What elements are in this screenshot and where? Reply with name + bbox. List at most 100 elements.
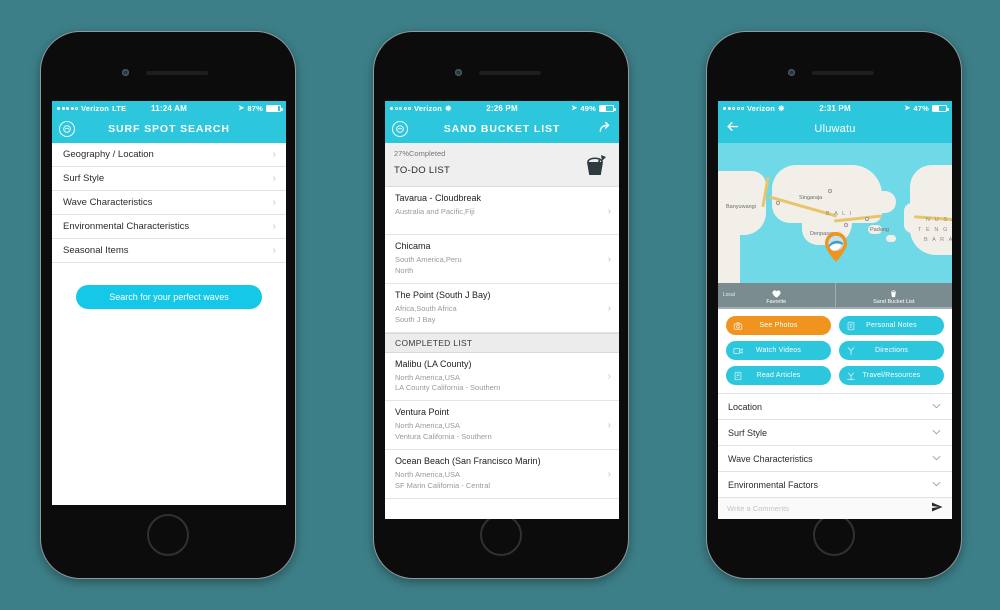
map-poi-icon — [828, 189, 832, 193]
location-map[interactable]: Banyuwangi Singaraja B A L I Denpasar Pa… — [718, 143, 952, 283]
travel-resources-button[interactable]: Travel/Resources — [839, 366, 944, 385]
phone2-screen: Verizon ❋ 2:26 PM ➤ 49% SAND BUCKET LIST — [385, 101, 619, 519]
sidebar-item-wave-characteristics[interactable]: Wave Characteristics › — [52, 191, 286, 215]
spot-subregion: North — [395, 265, 414, 275]
location-arrow-icon: ➤ — [571, 105, 578, 112]
tab-sand-bucket-list[interactable]: Sand Bucket List — [834, 283, 953, 307]
note-icon — [846, 321, 856, 331]
carrier-label: Verizon — [747, 103, 776, 113]
spot-region: North America,USA — [395, 470, 461, 479]
chevron-right-icon: › — [607, 371, 611, 383]
wifi-icon: ❋ — [778, 103, 785, 113]
see-photos-button[interactable]: See Photos — [726, 316, 831, 335]
directions-button[interactable]: Directions — [839, 341, 944, 360]
surf-location-pin-icon[interactable] — [823, 231, 849, 263]
wave-logo-icon[interactable] — [59, 121, 75, 137]
watch-videos-button[interactable]: Watch Videos — [726, 341, 831, 360]
button-label: Personal Notes — [866, 322, 917, 329]
comment-input-row[interactable]: Write a Comments — [718, 497, 952, 519]
resources-icon — [846, 371, 856, 381]
button-label: Read Articles — [756, 372, 801, 379]
home-button[interactable] — [480, 514, 522, 556]
status-time: 2:31 PM — [819, 103, 851, 113]
personal-notes-button[interactable]: Personal Notes — [839, 316, 944, 335]
search-button[interactable]: Search for your perfect waves — [76, 285, 262, 309]
list-item[interactable]: Tavarua - Cloudbreak Australia and Pacif… — [385, 187, 619, 235]
spot-region: South America,Peru — [395, 255, 462, 264]
wifi-icon: ❋ — [445, 103, 452, 113]
status-time: 2:26 PM — [486, 103, 518, 113]
read-articles-button[interactable]: Read Articles — [726, 366, 831, 385]
camera-icon — [733, 321, 743, 331]
spot-region: Africa,South Africa — [395, 303, 457, 313]
button-label: Travel/Resources — [862, 372, 921, 379]
wave-logo-icon[interactable] — [392, 121, 408, 137]
accordion-item-location[interactable]: Location — [718, 393, 952, 419]
detail-accordion: Location Surf Style Wave Characteristics — [718, 393, 952, 497]
chevron-down-icon — [931, 428, 942, 438]
map-label: B A L I — [826, 211, 853, 217]
sidebar-item-surf-style[interactable]: Surf Style › — [52, 167, 286, 191]
battery-icon — [599, 104, 616, 112]
map-poi-icon — [776, 201, 780, 205]
phone3-nav-bar: Uluwatu — [718, 115, 952, 143]
sand-bucket-icon — [579, 149, 611, 181]
chevron-right-icon: › — [272, 149, 276, 160]
battery-icon — [266, 104, 283, 112]
sidebar-item-geography[interactable]: Geography / Location › — [52, 143, 286, 167]
todo-list-title: TO-DO LIST — [394, 165, 451, 176]
location-arrow-icon: ➤ — [238, 105, 245, 112]
chevron-right-icon: › — [272, 173, 276, 184]
phone-device-3: Verizon ❋ 2:31 PM ➤ 47% Uluwatu Banyuwan… — [706, 31, 962, 579]
signal-dots-icon — [390, 106, 411, 110]
chevron-right-icon: › — [272, 221, 276, 232]
list-item[interactable]: The Point (South J Bay) Africa,South Afr… — [385, 284, 619, 333]
sidebar-item-environmental-characteristics[interactable]: Environmental Characteristics › — [52, 215, 286, 239]
row-label: Environmental Factors — [728, 479, 819, 490]
front-camera-icon — [788, 69, 795, 76]
accordion-item-wave-characteristics[interactable]: Wave Characteristics — [718, 445, 952, 471]
directions-icon — [846, 346, 856, 356]
tab-favorite[interactable]: Local Favorite — [718, 283, 835, 307]
carrier-label: Verizon — [81, 103, 110, 113]
sand-bucket-icon — [891, 289, 897, 297]
home-button[interactable] — [813, 514, 855, 556]
button-label: Watch Videos — [755, 347, 802, 354]
share-arrow-icon[interactable] — [598, 120, 612, 139]
sidebar-item-seasonal-items[interactable]: Seasonal Items › — [52, 239, 286, 263]
spot-name: The Point (South J Bay) — [395, 289, 491, 300]
row-label: Surf Style — [728, 427, 768, 438]
battery-percent: 49% — [580, 103, 597, 113]
page-title: SAND BUCKET LIST — [443, 123, 561, 135]
comment-input[interactable]: Write a Comments — [727, 504, 789, 513]
earpiece-speaker — [146, 71, 208, 75]
back-arrow-icon[interactable] — [725, 119, 740, 139]
page-title: SURF SPOT SEARCH — [108, 123, 230, 135]
send-icon[interactable] — [931, 500, 943, 518]
status-bar: Verizon ❋ 2:31 PM ➤ 47% — [718, 101, 952, 115]
spot-name: Ocean Beach (San Francisco Marin) — [395, 456, 541, 466]
accordion-item-environmental-factors[interactable]: Environmental Factors — [718, 471, 952, 497]
list-item[interactable]: Ventura Point North America,USA Ventura … — [385, 401, 619, 450]
status-bar: Verizon LTE 11:24 AM ➤ 87% — [52, 101, 286, 115]
completed-spot-list: Malibu (LA County) North America,USA LA … — [385, 353, 619, 499]
todo-list-header: 27%Completed TO-DO LIST — [385, 143, 619, 187]
spot-name: Malibu (LA County) — [395, 358, 472, 369]
accordion-item-surf-style[interactable]: Surf Style — [718, 419, 952, 445]
article-icon — [733, 371, 743, 381]
map-label: B A R A T — [924, 237, 952, 243]
chevron-right-icon: › — [607, 253, 611, 265]
list-item[interactable]: Ocean Beach (San Francisco Marin) North … — [385, 450, 619, 499]
map-label: Banyuwangi — [726, 204, 756, 210]
battery-percent: 87% — [247, 103, 263, 113]
list-item[interactable]: Malibu (LA County) North America,USA LA … — [385, 353, 619, 402]
row-label: Seasonal Items — [63, 245, 129, 256]
screenshot-stage: Verizon LTE 11:24 AM ➤ 87% SURF SPOT SEA… — [0, 0, 1000, 610]
home-button[interactable] — [147, 514, 189, 556]
tab-label: Favorite — [766, 299, 787, 305]
list-item[interactable]: Chicama South America,Peru North › — [385, 235, 619, 284]
signal-dots-icon — [57, 106, 78, 110]
row-label: Environmental Characteristics — [63, 221, 190, 232]
chevron-right-icon: › — [272, 197, 276, 208]
map-label: T E N G G A R A — [918, 227, 952, 233]
